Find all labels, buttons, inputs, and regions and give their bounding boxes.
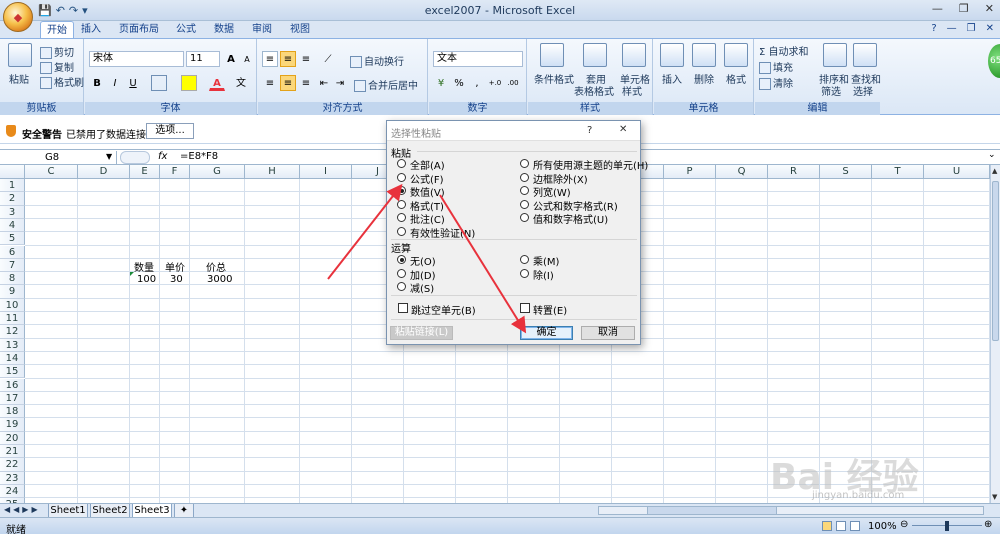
annotation-arrows	[327, 183, 527, 334]
office-button[interactable]: ◆	[3, 2, 33, 32]
office-logo-icon: ◆	[13, 10, 23, 24]
arrow-to-ok-button	[439, 194, 527, 334]
arrow-to-values-option	[327, 183, 403, 280]
